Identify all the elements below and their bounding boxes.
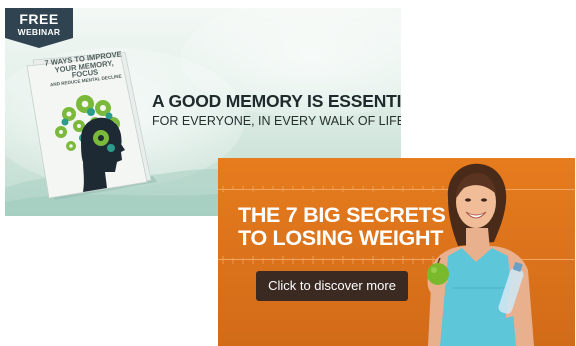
weight-loss-headline: THE 7 BIG SECRETS TO LOSING WEIGHT xyxy=(238,204,446,250)
woman-with-apple-photo xyxy=(427,163,534,346)
memory-subheadline: FOR EVERYONE, IN EVERY WALK OF LIFE! xyxy=(152,114,401,128)
weight-loss-banner[interactable]: THE 7 BIG SECRETS TO LOSING WEIGHT Click… xyxy=(218,158,575,346)
badge-webinar-text: WEBINAR xyxy=(17,27,61,37)
discover-more-button[interactable]: Click to discover more xyxy=(256,271,408,301)
free-webinar-badge: FREE WEBINAR xyxy=(5,8,73,48)
memory-headline: A GOOD MEMORY IS ESSENTIAL xyxy=(152,91,401,111)
badge-free-text: FREE xyxy=(19,11,59,27)
weight-loss-headline-line: TO LOSING WEIGHT xyxy=(238,226,444,250)
weight-loss-headline-line: THE 7 BIG SECRETS xyxy=(238,203,446,227)
